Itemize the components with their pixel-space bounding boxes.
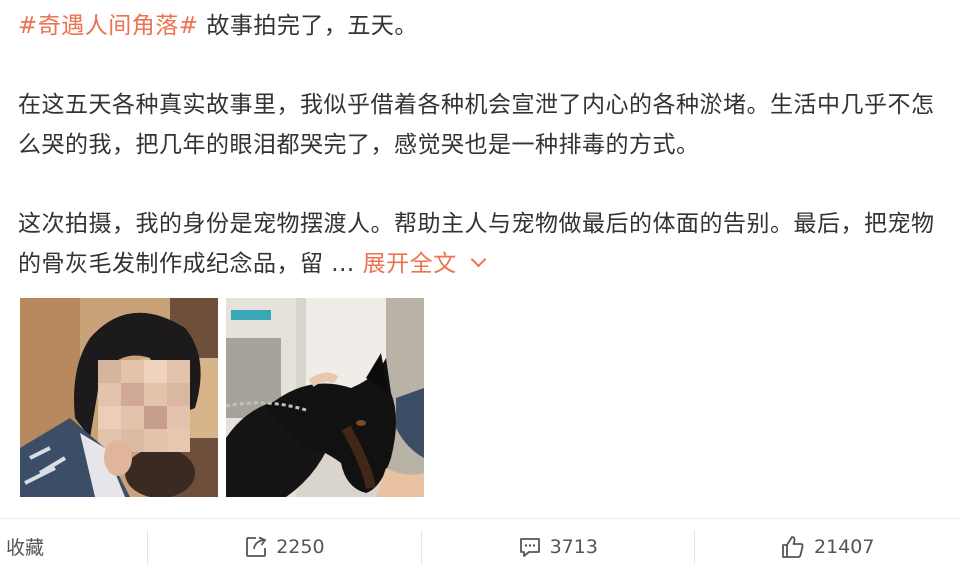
post-title-line: #奇遇人间角落# 故事拍完了，五天。	[18, 6, 938, 46]
like-count: 21407	[814, 535, 875, 558]
post-image-woman[interactable]	[20, 298, 218, 497]
post-image-dog[interactable]	[226, 298, 424, 497]
post-paragraph-truncated: 这次拍摄，我的身份是宠物摆渡人。帮助主人与宠物做最后的体面的告别。最后，把宠物的…	[18, 204, 938, 284]
doberman-dog-photo-icon	[226, 298, 424, 497]
comment-button[interactable]: 3713	[422, 519, 693, 574]
chevron-down-icon	[470, 251, 486, 268]
thumbs-up-icon	[780, 534, 806, 560]
action-bar: 收藏 2250 3713 21407	[0, 519, 960, 574]
repost-icon	[244, 535, 268, 559]
post-text: #奇遇人间角落# 故事拍完了，五天。 在这五天各种真实故事里，我似乎借着各种机会…	[18, 6, 938, 284]
favorite-button[interactable]: 收藏	[0, 519, 147, 574]
weibo-post: #奇遇人间角落# 故事拍完了，五天。 在这五天各种真实故事里，我似乎借着各种机会…	[0, 0, 960, 574]
comment-count: 3713	[549, 535, 598, 558]
woman-photo-blurred-face-icon	[20, 298, 218, 497]
title-text: 故事拍完了，五天。	[198, 13, 418, 39]
favorite-label: 收藏	[6, 537, 45, 559]
comment-icon	[518, 535, 542, 559]
image-grid	[20, 298, 424, 497]
post-paragraph: 在这五天各种真实故事里，我似乎借着各种机会宣泄了内心的各种淤堵。生活中几乎不怎么…	[18, 92, 935, 158]
repost-button[interactable]: 2250	[148, 519, 421, 574]
hashtag-link[interactable]: #奇遇人间角落#	[18, 13, 199, 39]
like-button[interactable]: 21407	[694, 519, 960, 574]
repost-count: 2250	[276, 535, 325, 558]
expand-label: 展开全文	[362, 251, 457, 277]
expand-full-text-link[interactable]: 展开全文	[362, 251, 486, 277]
